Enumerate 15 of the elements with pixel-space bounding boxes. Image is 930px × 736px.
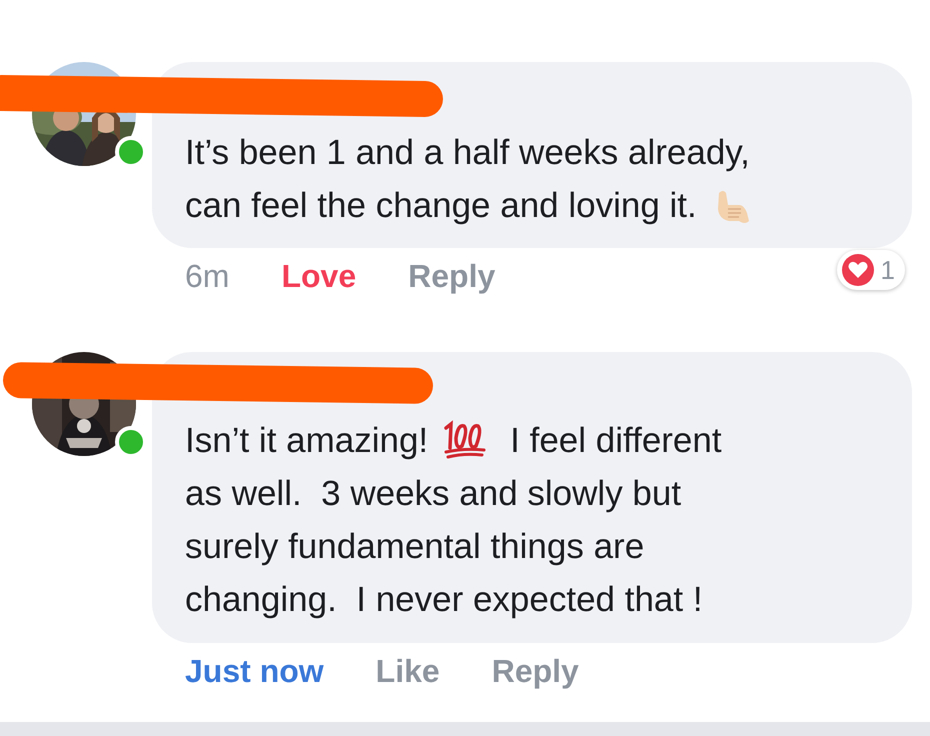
comment-text: can feel the change and loving it. <box>185 186 697 226</box>
reaction-badge[interactable]: 1 <box>836 250 905 290</box>
comment-text: changing. I never expected that ! <box>185 580 703 620</box>
comment-text: It’s been 1 and a half weeks already, <box>185 132 750 172</box>
comment-text: Isn’t it amazing! <box>185 420 428 460</box>
timestamp: 6m <box>185 258 230 294</box>
reply-link[interactable]: Reply <box>408 258 496 294</box>
comment-text: as well. 3 weeks and slowly but <box>185 474 682 514</box>
reaction-link[interactable]: Like <box>376 652 440 690</box>
hundred-points-icon <box>442 420 488 462</box>
timestamp: Just now <box>185 652 324 690</box>
comment-text: surely fundamental things are <box>185 526 644 566</box>
reaction-link[interactable]: Love <box>281 258 356 294</box>
reply-link[interactable]: Reply <box>492 652 579 690</box>
comment-text: I feel different <box>510 420 722 460</box>
